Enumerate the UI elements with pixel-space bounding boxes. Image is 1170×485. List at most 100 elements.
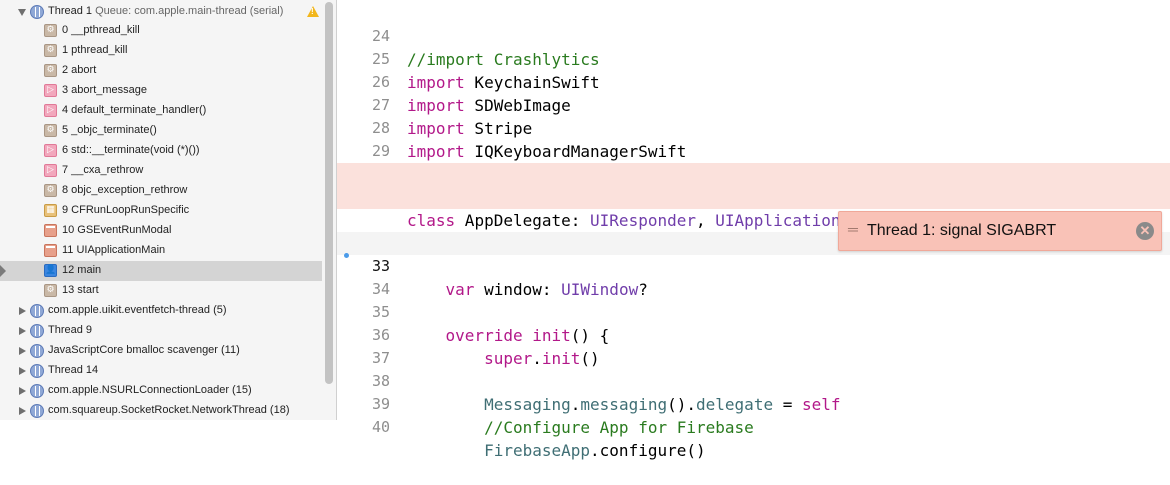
code-line: 27 import Stripe — [337, 71, 1170, 138]
change-marker-icon — [344, 253, 349, 258]
frame-label: 13 start — [62, 284, 99, 296]
source-editor[interactable]: 24 //import Crashlytics 25 import Keycha… — [337, 0, 1170, 460]
stack-frame[interactable]: 11 UIApplicationMain — [0, 241, 322, 261]
frame-label: 5 _objc_terminate() — [62, 124, 157, 136]
stack-frame[interactable]: ⚙ 13 start — [0, 281, 322, 301]
code-line: 30 @UIApplicationMain — [337, 140, 1170, 207]
close-icon[interactable]: ✕ — [1136, 222, 1154, 240]
error-lines-icon: ═ — [848, 221, 858, 237]
user-icon: 👤 — [44, 264, 57, 277]
disclosure-collapsed-icon[interactable] — [19, 407, 26, 415]
window-icon — [44, 224, 57, 237]
frame-label: 6 std::__terminate(void (*)()) — [62, 144, 200, 156]
thread-row[interactable]: com.squareup.SocketRocket.NetworkThread … — [0, 401, 322, 420]
thread-icon — [30, 5, 44, 19]
disclosure-collapsed-icon[interactable] — [19, 347, 26, 355]
code-line: 35 override init() { — [337, 278, 1170, 345]
gear-icon: ⚙ — [44, 124, 57, 137]
disclosure-collapsed-icon[interactable] — [19, 387, 26, 395]
thread-label: Thread 14 — [48, 364, 99, 376]
thread-icon — [30, 404, 44, 418]
thread-row[interactable]: com.apple.NSURLConnectionLoader (15) — [0, 381, 322, 401]
grid-icon: ▦ — [44, 204, 57, 217]
gear-icon: ⚙ — [44, 64, 57, 77]
disclosure-collapsed-icon[interactable] — [19, 327, 26, 335]
window-icon — [44, 244, 57, 257]
function-icon: ▷ — [44, 104, 57, 117]
frame-label: 1 pthread_kill — [62, 44, 128, 56]
code-line: 39 //Configure App for Firebase — [337, 370, 1170, 437]
frame-label: 10 GSEventRunModal — [62, 224, 172, 236]
code-text: //Configure App for Firebase — [484, 418, 754, 437]
thread-icon — [30, 384, 44, 398]
thread-label: com.apple.uikit.eventfetch-thread (5) — [48, 304, 227, 316]
code-line: 29 — [337, 117, 1170, 160]
code-line: 25 import KeychainSwift — [337, 25, 1170, 92]
current-frame-marker-icon — [0, 265, 6, 277]
stack-frame[interactable]: ⚙ 0 __pthread_kill — [0, 21, 322, 41]
thread-label: com.apple.NSURLConnectionLoader (15) — [48, 384, 252, 396]
thread-title: Thread 1 — [48, 5, 93, 17]
stack-frame[interactable]: ▷ 6 std::__terminate(void (*)()) — [0, 141, 322, 161]
line-number[interactable]: 40 — [337, 416, 390, 439]
function-icon: ▷ — [44, 144, 57, 157]
frame-label: 9 CFRunLoopRunSpecific — [62, 204, 190, 216]
gear-icon: ⚙ — [44, 44, 57, 57]
thread-row-main[interactable]: Thread 1 Queue: com.apple.main-thread (s… — [0, 2, 322, 22]
code-line: 40 FirebaseApp.configure() — [337, 393, 1170, 460]
code-line: 26 import SDWebImage — [337, 48, 1170, 115]
thread-row[interactable]: Thread 9 — [0, 321, 322, 341]
frame-label: 0 __pthread_kill — [62, 24, 140, 36]
navigator-scrollbar[interactable] — [325, 2, 333, 384]
code-line: 36 super.init() — [337, 301, 1170, 368]
code-line: 24 //import Crashlytics — [337, 2, 1170, 69]
thread-icon — [30, 324, 44, 338]
frame-label: 7 __cxa_rethrow — [62, 164, 144, 176]
code-line: 34 — [337, 255, 1170, 298]
code-line: 37 — [337, 324, 1170, 367]
frame-label: 4 default_terminate_handler() — [62, 104, 207, 116]
thread-icon — [30, 344, 44, 358]
error-banner[interactable]: ═ Thread 1: signal SIGABRT ✕ — [838, 211, 1162, 251]
debug-navigator: Thread 1 Queue: com.apple.main-thread (s… — [0, 0, 337, 420]
thread-row[interactable]: JavaScriptCore bmalloc scavenger (11) — [0, 341, 322, 361]
thread-label: Thread 9 — [48, 324, 93, 336]
code-line-error: 31 class AppDelegate: UIResponder, UIApp… — [337, 163, 1170, 230]
thread-row[interactable]: Thread 14 — [0, 361, 322, 381]
stack-frame[interactable]: 10 GSEventRunModal — [0, 221, 322, 241]
frame-label: 2 abort — [62, 64, 97, 76]
thread-queue: Queue: com.apple.main-thread (serial) — [95, 5, 284, 17]
frame-label: 12 main — [62, 264, 102, 276]
stack-frame[interactable]: ▷ 7 __cxa_rethrow — [0, 161, 322, 181]
warning-icon[interactable]: ! — [307, 6, 319, 17]
frame-label: 11 UIApplicationMain — [62, 244, 166, 256]
code-line: 28 import IQKeyboardManagerSwift — [337, 94, 1170, 161]
disclosure-expanded-icon[interactable] — [18, 9, 26, 16]
stack-frame[interactable]: ⚙ 1 pthread_kill — [0, 41, 322, 61]
thread-icon — [30, 364, 44, 378]
stack-frame[interactable]: ⚙ 8 objc_exception_rethrow — [0, 181, 322, 201]
gear-icon: ⚙ — [44, 284, 57, 297]
thread-icon — [30, 304, 44, 318]
stack-frame[interactable]: ▷ 4 default_terminate_handler() — [0, 101, 322, 121]
error-message: Thread 1: signal SIGABRT — [867, 222, 1057, 239]
thread-row[interactable]: com.apple.uikit.eventfetch-thread (5) — [0, 301, 322, 321]
stack-frame[interactable]: ⚙ 5 _objc_terminate() — [0, 121, 322, 141]
function-icon: ▷ — [44, 164, 57, 177]
code-line-error: UNUserNotificationCenterDelegate, Messag… — [337, 186, 1170, 253]
frame-label: 8 objc_exception_rethrow — [62, 184, 188, 196]
function-icon: ▷ — [44, 84, 57, 97]
code-text: FirebaseApp.configure() — [484, 441, 706, 460]
thread-label: JavaScriptCore bmalloc scavenger (11) — [48, 344, 240, 356]
disclosure-collapsed-icon[interactable] — [19, 367, 26, 375]
stack-frame[interactable]: ⚙ 2 abort — [0, 61, 322, 81]
gear-icon: ⚙ — [44, 24, 57, 37]
code-line: 38 Messaging.messaging().delegate = self — [337, 347, 1170, 414]
thread-label: com.squareup.SocketRocket.NetworkThread … — [48, 404, 290, 416]
gear-icon: ⚙ — [44, 184, 57, 197]
stack-frame[interactable]: ▦ 9 CFRunLoopRunSpecific — [0, 201, 322, 221]
stack-frame-selected[interactable]: 👤 12 main — [0, 261, 322, 281]
stack-frame[interactable]: ▷ 3 abort_message — [0, 81, 322, 101]
frame-label: 3 abort_message — [62, 84, 147, 96]
disclosure-collapsed-icon[interactable] — [19, 307, 26, 315]
